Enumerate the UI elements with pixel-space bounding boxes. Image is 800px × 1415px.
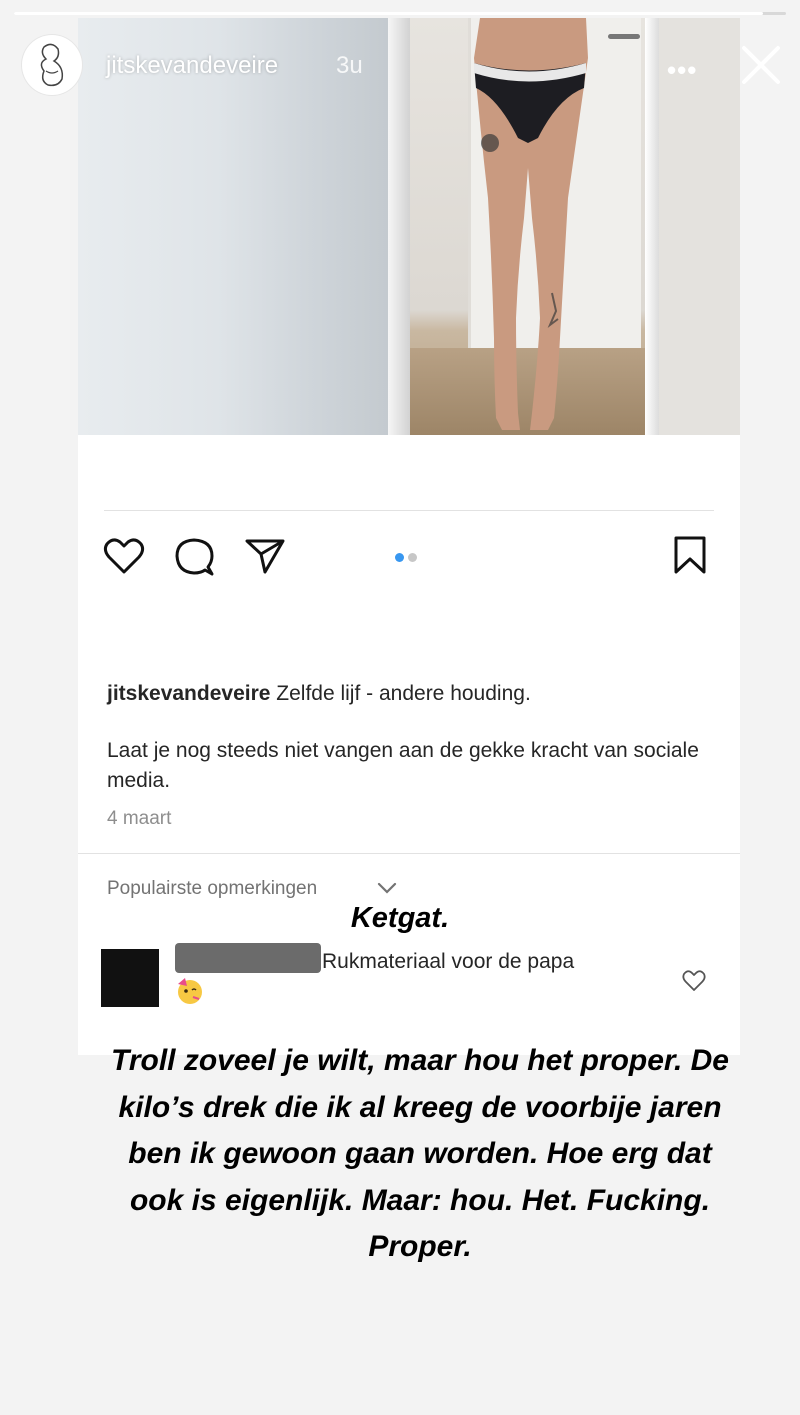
redacted-avatar bbox=[101, 949, 159, 1007]
comment-text: Rukmateriaal voor de papa bbox=[322, 950, 575, 973]
comments-sort-label[interactable]: Populairste opmerkingen bbox=[107, 878, 317, 900]
comment-icon[interactable] bbox=[174, 537, 214, 577]
overlay-headline: Ketgat. bbox=[350, 902, 450, 934]
divider bbox=[104, 510, 714, 511]
post-caption: jitskevandeveire Zelfde lijf - andere ho… bbox=[107, 678, 727, 709]
comment-like-icon[interactable] bbox=[682, 970, 706, 992]
bookmark-icon[interactable] bbox=[672, 535, 708, 575]
story-progress-bar bbox=[14, 12, 786, 15]
photo-mirror-edge bbox=[645, 18, 659, 435]
photo-mirror-frame bbox=[388, 18, 410, 435]
carousel-dot bbox=[408, 553, 417, 562]
caption-username[interactable]: jitskevandeveire bbox=[107, 682, 270, 705]
story-viewer: jitskevandeveire 3u ••• jitskevandeveire… bbox=[0, 0, 800, 1415]
photo-figure bbox=[474, 18, 588, 430]
caption-title: Zelfde lijf - andere houding. bbox=[276, 682, 531, 705]
carousel-dot bbox=[395, 553, 404, 562]
post-date: 4 maart bbox=[107, 808, 172, 829]
overlay-message: Troll zoveel je wilt, maar hou het prope… bbox=[111, 1044, 729, 1263]
story-username[interactable]: jitskevandeveire bbox=[106, 52, 278, 80]
party-face-emoji bbox=[178, 978, 202, 1004]
more-horizontal-icon[interactable]: ••• bbox=[667, 55, 697, 86]
redacted-username bbox=[175, 943, 321, 973]
avatar[interactable] bbox=[22, 35, 82, 95]
caption-body: Laat je nog steeds niet vangen aan de ge… bbox=[107, 739, 699, 792]
share-icon[interactable] bbox=[244, 537, 286, 575]
heart-icon[interactable] bbox=[103, 537, 145, 575]
divider bbox=[78, 853, 740, 854]
story-timestamp: 3u bbox=[336, 52, 363, 79]
photo-curtain bbox=[78, 18, 388, 435]
post-photo[interactable] bbox=[78, 18, 740, 435]
avatar-sketch-icon bbox=[40, 43, 64, 87]
chevron-down-icon[interactable] bbox=[376, 880, 398, 896]
close-icon[interactable] bbox=[738, 42, 784, 88]
story-progress-fill bbox=[14, 12, 763, 15]
carousel-indicator bbox=[395, 549, 421, 567]
